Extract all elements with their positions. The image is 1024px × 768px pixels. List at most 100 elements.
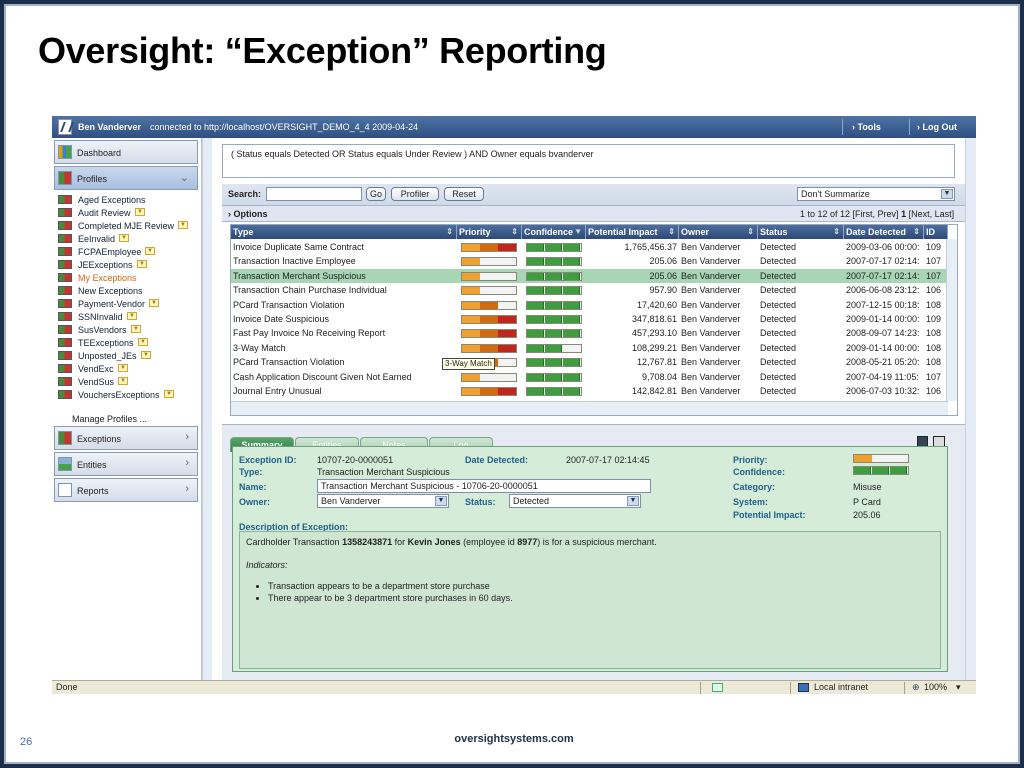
- column-header[interactable]: ID: [924, 225, 948, 239]
- cell-owner: Ben Vanderver: [681, 314, 741, 324]
- sidebar-reports[interactable]: Reports ›: [54, 478, 198, 502]
- dropdown-icon[interactable]: ▼: [138, 338, 148, 346]
- main-scrollbar[interactable]: [965, 138, 976, 680]
- column-header[interactable]: Confidence ▼: [522, 225, 586, 239]
- sort-icon[interactable]: ⇕: [668, 225, 675, 239]
- dropdown-icon[interactable]: ▼: [127, 312, 137, 320]
- owner-select[interactable]: Ben Vanderver ▼: [317, 494, 449, 508]
- logout-link[interactable]: › Log Out: [917, 122, 957, 132]
- cell-id: 108: [926, 342, 942, 353]
- desc-text: for: [392, 537, 408, 547]
- sidebar-scrollbar[interactable]: [202, 138, 212, 680]
- cell-impact: 17,420.60: [636, 299, 677, 310]
- dropdown-icon[interactable]: ▼: [149, 299, 159, 307]
- cell-type: PCard Transaction Violation: [233, 357, 345, 368]
- table-row[interactable]: PCard Transaction Violation 12,767.81 Ben …: [231, 355, 957, 369]
- sidebar-profiles[interactable]: Profiles ⌄: [54, 166, 198, 190]
- table-row[interactable]: Transaction Inactive Employee 205.06 Ben V…: [231, 254, 957, 268]
- name-input[interactable]: Transaction Merchant Suspicious - 10706-…: [317, 479, 651, 493]
- priority-meter: [461, 243, 517, 252]
- column-header[interactable]: Potential Impact ⇕: [586, 225, 679, 239]
- sidebar-dashboard[interactable]: Dashboard: [54, 140, 198, 164]
- cell-id: 106: [926, 285, 942, 296]
- cell-priority: [457, 283, 522, 297]
- dropdown-icon[interactable]: ▼: [131, 325, 141, 333]
- profiler-button[interactable]: Profiler: [391, 187, 439, 201]
- grid-horizontal-scrollbar[interactable]: [231, 401, 948, 415]
- sort-icon[interactable]: ⇕: [747, 225, 754, 239]
- profile-icon: [58, 286, 72, 295]
- cell-type: PCard Transaction Violation: [233, 299, 345, 310]
- table-row[interactable]: Fast Pay Invoice No Receiving Report 457,…: [231, 326, 957, 340]
- sidebar-profile-label: SusVendors: [78, 325, 127, 335]
- paging-current: 1: [901, 209, 907, 219]
- description-text: Cardholder Transaction 1358243871 for Ke…: [246, 536, 934, 548]
- desc-text: (employee id: [460, 537, 518, 547]
- profile-icon: [58, 208, 72, 217]
- sidebar-exceptions[interactable]: Exceptions ›: [54, 426, 198, 450]
- exceptions-icon: [58, 431, 72, 445]
- chevron-right-icon: ›: [185, 483, 189, 495]
- cell-status: Detected: [760, 328, 797, 339]
- table-row[interactable]: Cash Application Discount Given Not Earn…: [231, 370, 957, 384]
- search-input[interactable]: [266, 187, 362, 201]
- sort-icon[interactable]: ⇕: [446, 225, 453, 239]
- summarize-select[interactable]: Don't Summarize ▼: [797, 187, 955, 201]
- table-row[interactable]: Invoice Date Suspicious 347,818.61 Ben Van…: [231, 312, 957, 326]
- dropdown-icon[interactable]: ▼: [164, 390, 174, 398]
- go-button[interactable]: Go: [366, 187, 386, 201]
- chevron-down-icon[interactable]: ⌄: [180, 171, 189, 184]
- column-header[interactable]: Priority ⇕: [457, 225, 522, 239]
- sort-icon[interactable]: ⇕: [511, 225, 518, 239]
- manage-profiles-link[interactable]: Manage Profiles ...: [72, 414, 147, 424]
- employee-id: 8977: [517, 537, 538, 547]
- column-header-label: Date Detected: [846, 227, 907, 237]
- sort-icon[interactable]: ⇕: [833, 225, 840, 239]
- priority-meter: [461, 315, 517, 324]
- dropdown-icon[interactable]: ▼: [141, 351, 151, 359]
- tools-link[interactable]: › Tools: [852, 122, 881, 132]
- status-value: Detected: [513, 496, 550, 506]
- column-header[interactable]: Type ⇕: [231, 225, 457, 239]
- dropdown-icon[interactable]: ▼: [137, 260, 147, 268]
- dropdown-icon[interactable]: ▼: [135, 208, 145, 216]
- table-row[interactable]: Transaction Merchant Suspicious 205.06 Ben…: [231, 268, 957, 284]
- zoom-level[interactable]: 100%: [924, 681, 947, 694]
- cell-date: 2007-07-17 02:14:: [846, 256, 920, 267]
- sort-icon[interactable]: ⇕: [913, 225, 920, 239]
- cell-impact: 9,708.04: [641, 371, 677, 382]
- table-row[interactable]: Invoice Duplicate Same Contract 1,765,456…: [231, 240, 957, 254]
- cell-impact: 205.06: [649, 256, 677, 267]
- priority-label: Priority:: [733, 455, 768, 465]
- chevron-down-icon[interactable]: ▼: [627, 496, 639, 506]
- options-toggle[interactable]: › Options: [228, 209, 268, 219]
- cell-type: Invoice Duplicate Same Contract: [233, 242, 365, 252]
- grid-vertical-scrollbar[interactable]: [946, 239, 957, 401]
- confidence-meter: [526, 329, 582, 339]
- table-row[interactable]: 3-Way Match 108,299.21 Ben Vanderver Detect…: [231, 341, 957, 355]
- dropdown-icon[interactable]: ▼: [119, 234, 129, 242]
- priority-meter: [461, 271, 517, 281]
- cell-impact: 457,293.10: [631, 328, 677, 339]
- status-select[interactable]: Detected ▼: [509, 494, 641, 508]
- dropdown-icon[interactable]: ▼: [145, 247, 155, 255]
- date-detected-label: Date Detected:: [465, 455, 529, 465]
- sidebar-entities[interactable]: Entities ›: [54, 452, 198, 476]
- column-header[interactable]: Status ⇕: [758, 225, 844, 239]
- cell-confidence: [522, 254, 586, 268]
- chevron-down-icon[interactable]: ▾: [956, 681, 961, 694]
- table-row[interactable]: Transaction Chain Purchase Individual 957…: [231, 283, 957, 297]
- table-row[interactable]: PCard Transaction Violation 17,420.60 Ben …: [231, 298, 957, 312]
- column-header[interactable]: Owner ⇕: [679, 225, 758, 239]
- paging-suffix[interactable]: [Next, Last]: [909, 209, 955, 219]
- reset-button[interactable]: Reset: [444, 187, 484, 201]
- table-row[interactable]: Journal Entry Unusual 142,842.81 Ben Vande…: [231, 384, 957, 398]
- dropdown-icon[interactable]: ▼: [118, 364, 128, 372]
- dropdown-icon[interactable]: ▼: [178, 221, 188, 229]
- chevron-down-icon[interactable]: ▼: [941, 189, 953, 199]
- dropdown-icon[interactable]: ▼: [118, 377, 128, 385]
- column-header[interactable]: Date Detected ⇕: [844, 225, 924, 239]
- paging-prefix[interactable]: 1 to 12 of 12 [First, Prev]: [800, 209, 899, 219]
- sort-icon[interactable]: ▼: [574, 225, 582, 239]
- chevron-down-icon[interactable]: ▼: [435, 496, 447, 506]
